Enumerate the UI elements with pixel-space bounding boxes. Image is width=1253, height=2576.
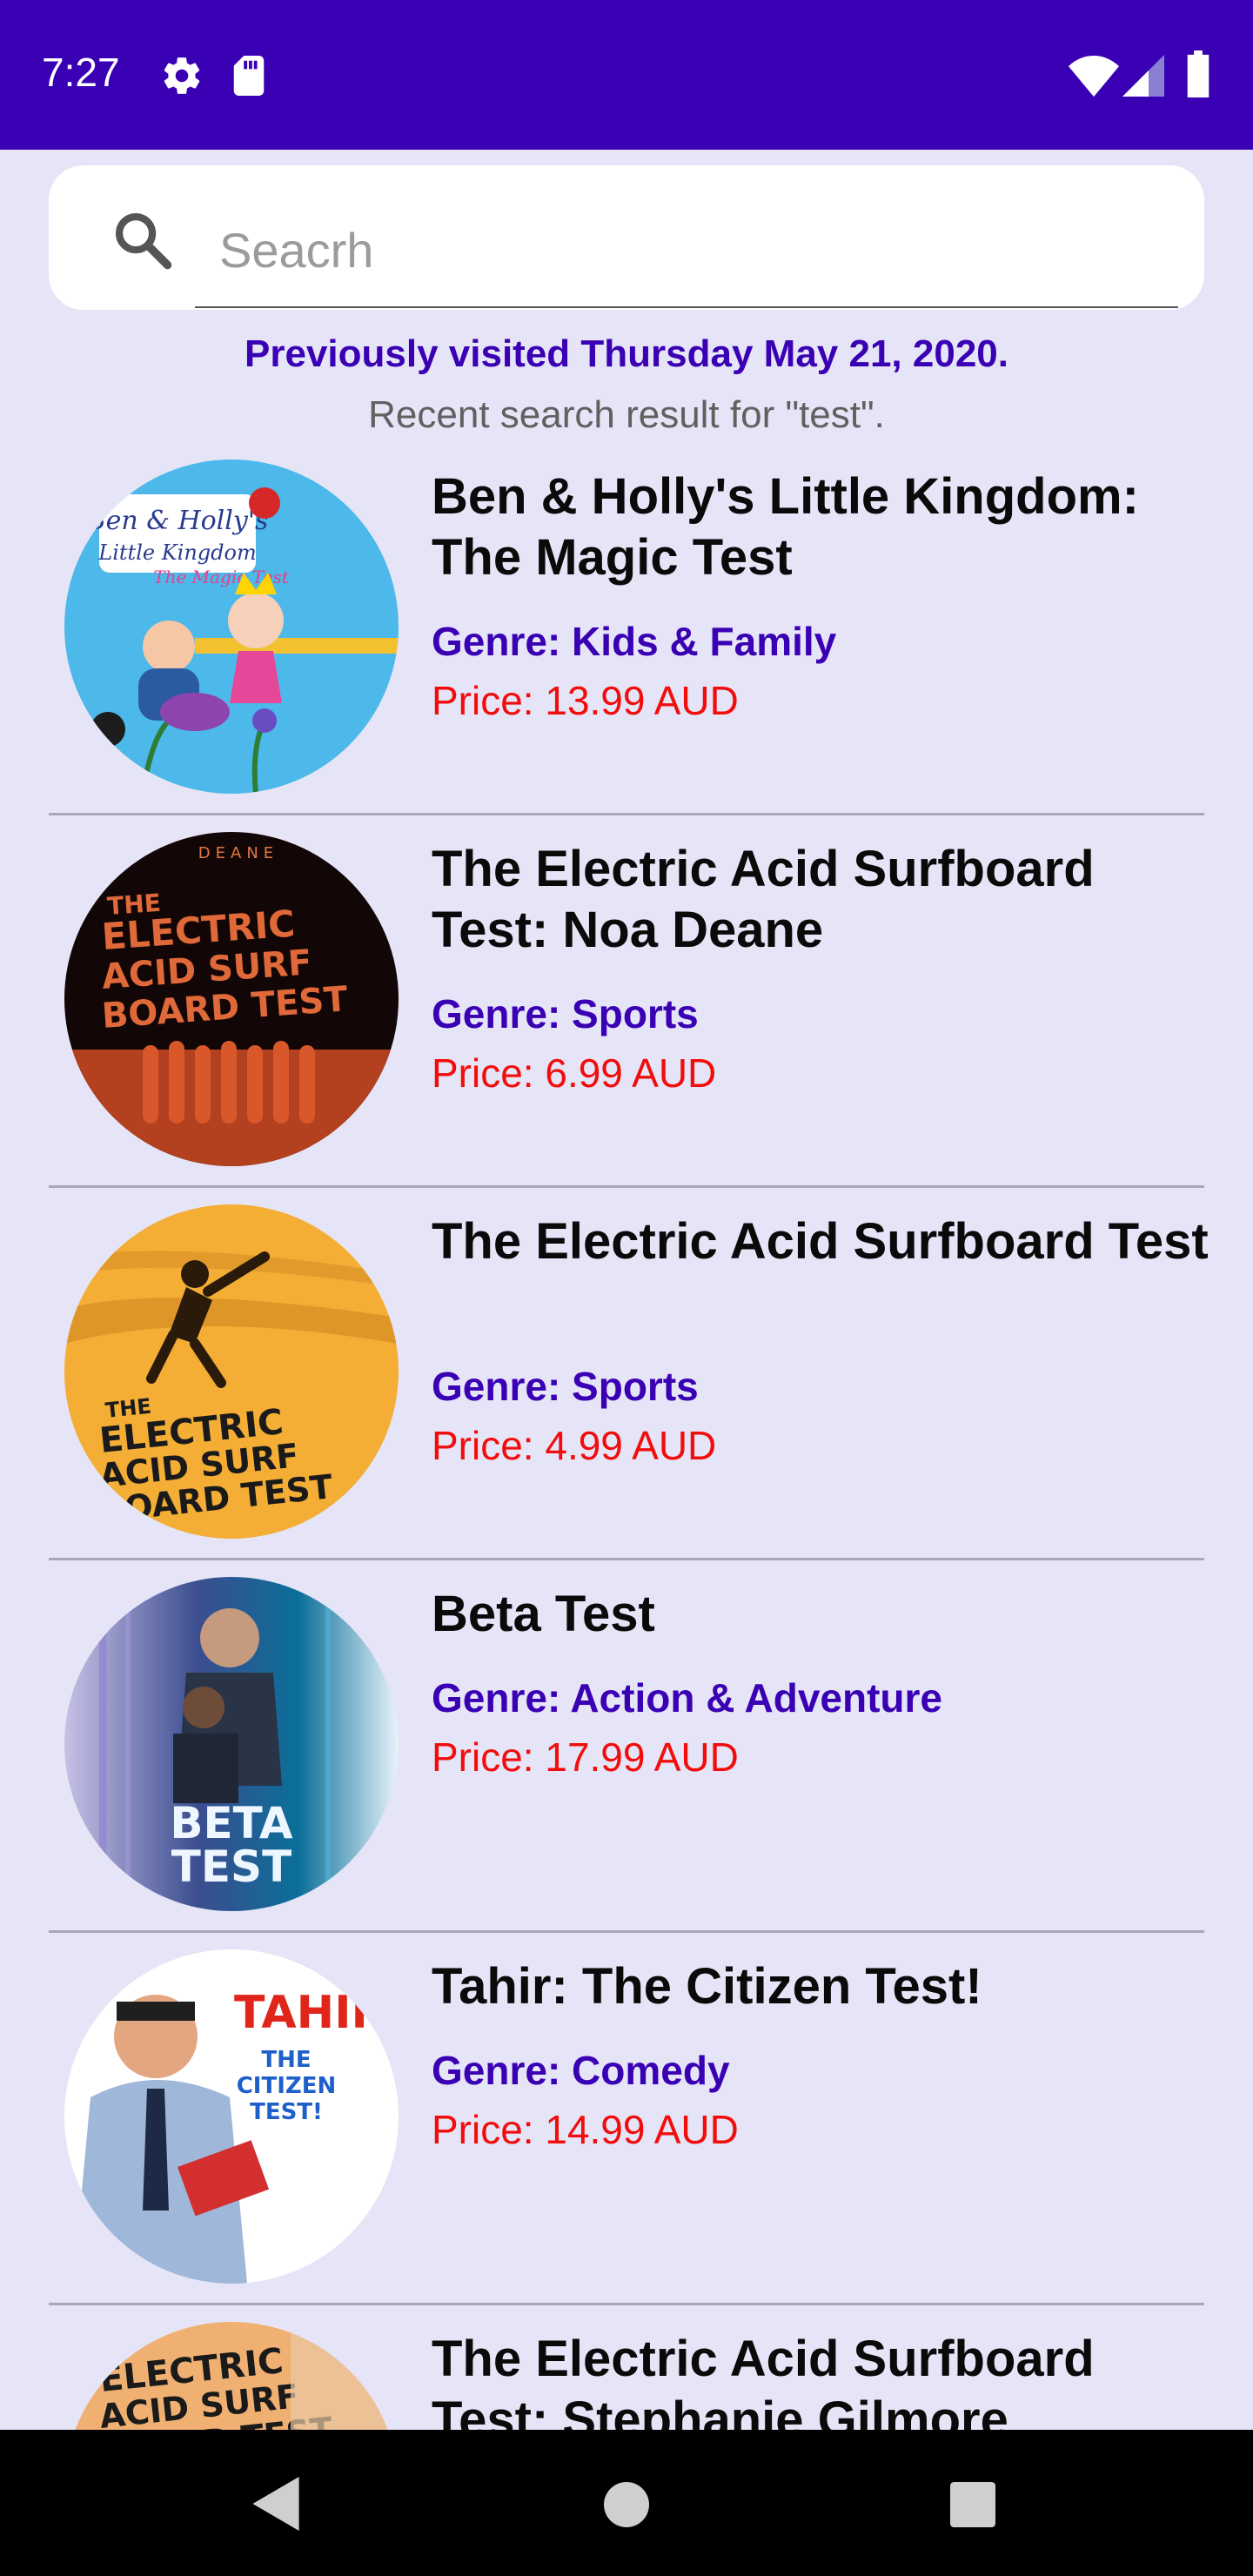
wifi-icon [1069,56,1119,97]
thumbnail-image: DEANE THE ELECTRIC ACID SURF BOARD TEST [64,832,399,1166]
cell-signal-icon [1122,55,1164,97]
search-icon[interactable] [110,207,176,273]
divider [49,2303,1204,2305]
item-title: The Electric Acid Surfboard Test [432,1213,1209,1270]
home-icon[interactable] [604,2482,649,2527]
status-time: 7:27 [42,50,120,95]
recents-icon[interactable] [950,2482,995,2527]
art-text: Ben & Holly's [86,506,269,536]
recent-search-text: Recent search result for "test". [368,393,885,436]
art-text: DEANE [198,844,278,862]
search-underline [195,306,1178,308]
item-title: The Electric Acid Surfboard Test: Noa De… [432,841,1095,958]
art-text: TEST [171,1841,291,1892]
sd-card-icon [233,56,265,96]
item-genre: Genre: Kids & Family [432,619,837,664]
item-price: Price: 17.99 AUD [432,1734,739,1780]
thumbnail-image: ELECTRIC ACID SURF BOARD TEST [64,2322,399,2430]
art-text: CITIZEN [237,2073,337,2099]
item-genre: Genre: Sports [432,1364,699,1409]
art-text: TAHIR [234,1987,386,2039]
thumbnail-image: Ben & Holly's Little Kingdom The Magic T… [64,460,399,794]
art-text: TEST! [250,2099,323,2125]
item-title: The Electric Acid Surfboard Test: Stepha… [432,2331,1095,2430]
list-item[interactable]: THE ELECTRIC ACID SURF BOARD TEST The El… [0,1197,1253,1570]
item-price: Price: 6.99 AUD [432,1050,717,1096]
previously-visited-text: Previously visited Thursday May 21, 2020… [245,332,1008,375]
item-title: Ben & Holly's Little Kingdom: The Magic … [432,468,1139,586]
search-input[interactable] [195,193,1178,306]
divider [49,1930,1204,1933]
item-genre: Genre: Action & Adventure [432,1675,942,1721]
battery-icon [1187,50,1209,97]
list-item[interactable]: Ben & Holly's Little Kingdom The Magic T… [0,453,1253,825]
item-price: Price: 4.99 AUD [432,1423,717,1468]
art-text: THE [261,2047,311,2073]
thumbnail-image: THE ELECTRIC ACID SURF BOARD TEST [64,1204,399,1539]
art-text: Little Kingdom [97,540,256,565]
item-price: Price: 13.99 AUD [432,678,739,723]
item-genre: Genre: Sports [432,991,699,1036]
results-list[interactable]: Ben & Holly's Little Kingdom The Magic T… [0,453,1253,2430]
item-price: Price: 14.99 AUD [432,2107,739,2152]
status-bar: 7:27 [0,0,1253,150]
back-icon[interactable] [252,2477,299,2531]
item-title: Tahir: The Citizen Test! [432,1958,982,2015]
item-title: Beta Test [432,1586,655,1642]
item-genre: Genre: Comedy [432,2048,730,2093]
divider [49,1558,1204,1560]
thumbnail-image: BETA TEST [64,1577,399,1911]
list-item[interactable]: BETA TEST Beta Test Genre: Action & Adve… [0,1570,1253,1942]
list-item[interactable]: ELECTRIC ACID SURF BOARD TEST The Electr… [0,2315,1253,2430]
list-item[interactable]: TAHIR THE CITIZEN TEST! Tahir: The Citiz… [0,1942,1253,2315]
divider [49,813,1204,815]
list-item[interactable]: DEANE THE ELECTRIC ACID SURF BOARD TEST … [0,825,1253,1197]
thumbnail-image: TAHIR THE CITIZEN TEST! [64,1949,399,2284]
divider [49,1185,1204,1188]
gear-icon [164,57,200,94]
